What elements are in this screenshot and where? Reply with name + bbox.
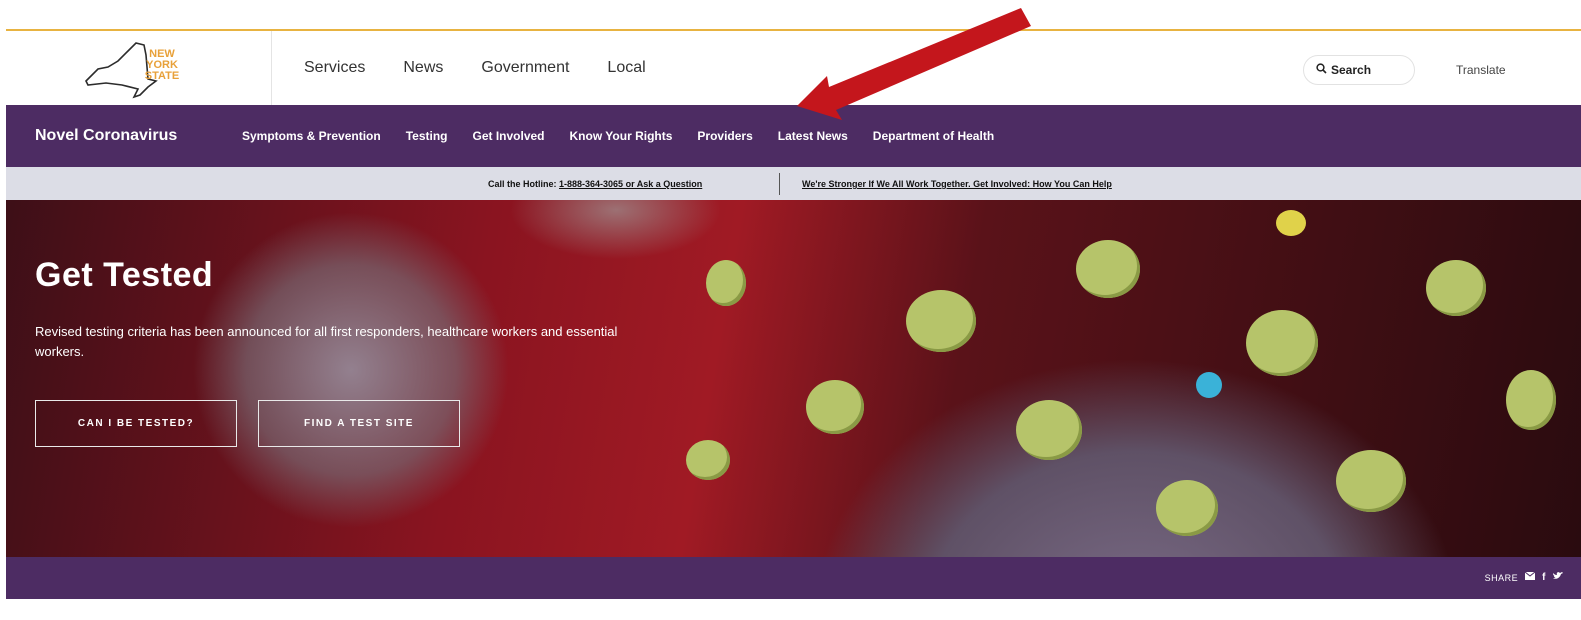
nav-testing[interactable]: Testing — [406, 129, 448, 143]
search-box[interactable]: Search — [1303, 55, 1415, 85]
nav-services[interactable]: Services — [304, 59, 365, 77]
nav-know-your-rights[interactable]: Know Your Rights — [570, 129, 673, 143]
virus-spike — [906, 290, 976, 352]
twitter-icon[interactable] — [1553, 572, 1563, 583]
logo-word-3: STATE — [145, 70, 179, 82]
global-nav: Services News Government Local — [304, 31, 684, 105]
search-label: Search — [1331, 63, 1372, 77]
virus-spike — [706, 260, 746, 306]
nys-logo[interactable]: NEW YORK STATE — [78, 39, 198, 99]
facebook-icon[interactable]: f — [1542, 572, 1546, 583]
nav-government[interactable]: Government — [481, 59, 569, 77]
hero-title: Get Tested — [35, 256, 214, 294]
hero-description: Revised testing criteria has been announ… — [35, 324, 618, 359]
get-involved-link[interactable]: We're Stronger If We All Work Together. … — [802, 179, 1112, 189]
top-strip — [6, 0, 1581, 31]
share-label: SHARE — [1484, 572, 1519, 583]
translate-link[interactable]: Translate — [1456, 63, 1506, 77]
coronavirus-brand[interactable]: Novel Coronavirus — [35, 127, 177, 145]
hotline-link[interactable]: 1-888-364-3065 or Ask a Question — [559, 179, 702, 189]
virus-spike — [1076, 240, 1140, 298]
hotline-prefix: Call the Hotline: — [488, 179, 560, 189]
global-header: NEW YORK STATE Services News Government … — [6, 31, 1581, 105]
page-bottom — [6, 599, 1581, 620]
virus-spike — [1276, 210, 1306, 236]
share-bar: SHARE f — [6, 557, 1581, 599]
nav-symptoms-prevention[interactable]: Symptoms & Prevention — [242, 129, 381, 143]
virus-spike — [1336, 450, 1406, 512]
email-icon[interactable] — [1524, 571, 1536, 583]
virus-spike — [806, 380, 864, 434]
hero-banner: Get Tested Revised testing criteria has … — [6, 200, 1581, 557]
find-a-test-site-button[interactable]: FIND A TEST SITE — [258, 400, 460, 447]
nav-local[interactable]: Local — [607, 59, 645, 77]
virus-spike — [1196, 372, 1222, 398]
hotline-divider — [779, 173, 780, 195]
can-i-be-tested-button[interactable]: CAN I BE TESTED? — [35, 400, 237, 447]
hotline-text: Call the Hotline: 1-888-364-3065 or Ask … — [488, 179, 702, 189]
coronavirus-nav: Novel Coronavirus Symptoms & Prevention … — [6, 105, 1581, 167]
get-involved-link-text[interactable]: We're Stronger If We All Work Together. … — [802, 179, 1112, 189]
virus-spike — [1506, 370, 1556, 430]
virus-spike — [1016, 400, 1082, 460]
virus-spike — [1156, 480, 1218, 536]
virus-spike — [1426, 260, 1486, 316]
coronavirus-links: Symptoms & Prevention Testing Get Involv… — [242, 129, 1019, 143]
nav-providers[interactable]: Providers — [697, 129, 752, 143]
virus-spike — [686, 440, 730, 480]
hotline-bar: Call the Hotline: 1-888-364-3065 or Ask … — [6, 167, 1581, 200]
page-frame: NEW YORK STATE Services News Government … — [6, 0, 1581, 620]
virus-spike — [1246, 310, 1318, 376]
nav-department-of-health[interactable]: Department of Health — [873, 129, 994, 143]
nav-latest-news[interactable]: Latest News — [778, 129, 848, 143]
share-group: SHARE f — [1484, 571, 1563, 583]
search-icon — [1316, 63, 1327, 77]
nav-get-involved[interactable]: Get Involved — [472, 129, 544, 143]
nav-news[interactable]: News — [403, 59, 443, 77]
nys-logo-cell[interactable]: NEW YORK STATE — [6, 31, 272, 105]
